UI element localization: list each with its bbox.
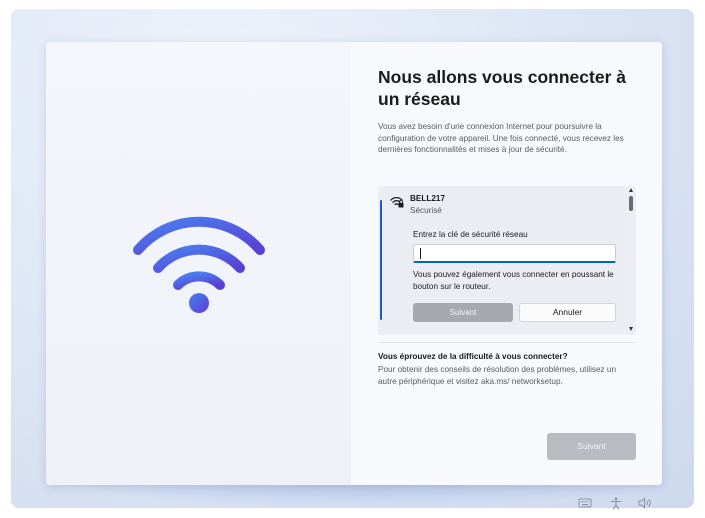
setup-window: Nous allons vous connecter à un réseau V… <box>46 42 662 485</box>
next-button[interactable]: Suivant <box>547 433 636 460</box>
security-key-input[interactable] <box>413 244 616 263</box>
network-cancel-button[interactable]: Annuler <box>519 303 616 322</box>
security-key-label: Entrez la clé de sécurité réseau <box>413 230 528 239</box>
help-title: Vous éprouvez de la difficulté à vous co… <box>378 352 568 361</box>
volume-icon[interactable] <box>638 497 652 509</box>
scroll-down-arrow-icon[interactable] <box>629 327 633 331</box>
wifi-icon <box>133 216 265 313</box>
content-pane: Nous allons vous connecter à un réseau V… <box>378 42 648 485</box>
network-name: BELL217 <box>410 194 446 203</box>
accessibility-icon[interactable] <box>610 497 622 510</box>
network-item-bell217[interactable]: BELL217 Sécurisé Entrez la clé de sécuri… <box>380 187 628 332</box>
router-hint: Vous pouvez également vous connecter en … <box>413 270 614 291</box>
page-title: Nous allons vous connecter à un réseau <box>378 67 626 109</box>
selection-indicator <box>380 200 382 320</box>
scroll-thumb[interactable] <box>629 196 633 211</box>
text-caret <box>420 248 421 259</box>
scroll-up-arrow-icon[interactable] <box>629 188 633 192</box>
section-divider <box>378 342 636 343</box>
network-list[interactable]: BELL217 Sécurisé Entrez la clé de sécuri… <box>378 186 636 335</box>
network-list-scrollbar[interactable] <box>627 186 636 335</box>
illustration-pane <box>46 42 351 485</box>
network-status: Sécurisé <box>410 206 442 215</box>
page-description: Vous avez besoin d'une connexion Interne… <box>378 122 624 155</box>
wifi-secured-icon <box>390 196 404 208</box>
keyboard-icon[interactable] <box>578 497 592 509</box>
help-text: Pour obtenir des conseils de résolution … <box>378 365 617 386</box>
network-next-button[interactable]: Suivant <box>413 303 513 322</box>
